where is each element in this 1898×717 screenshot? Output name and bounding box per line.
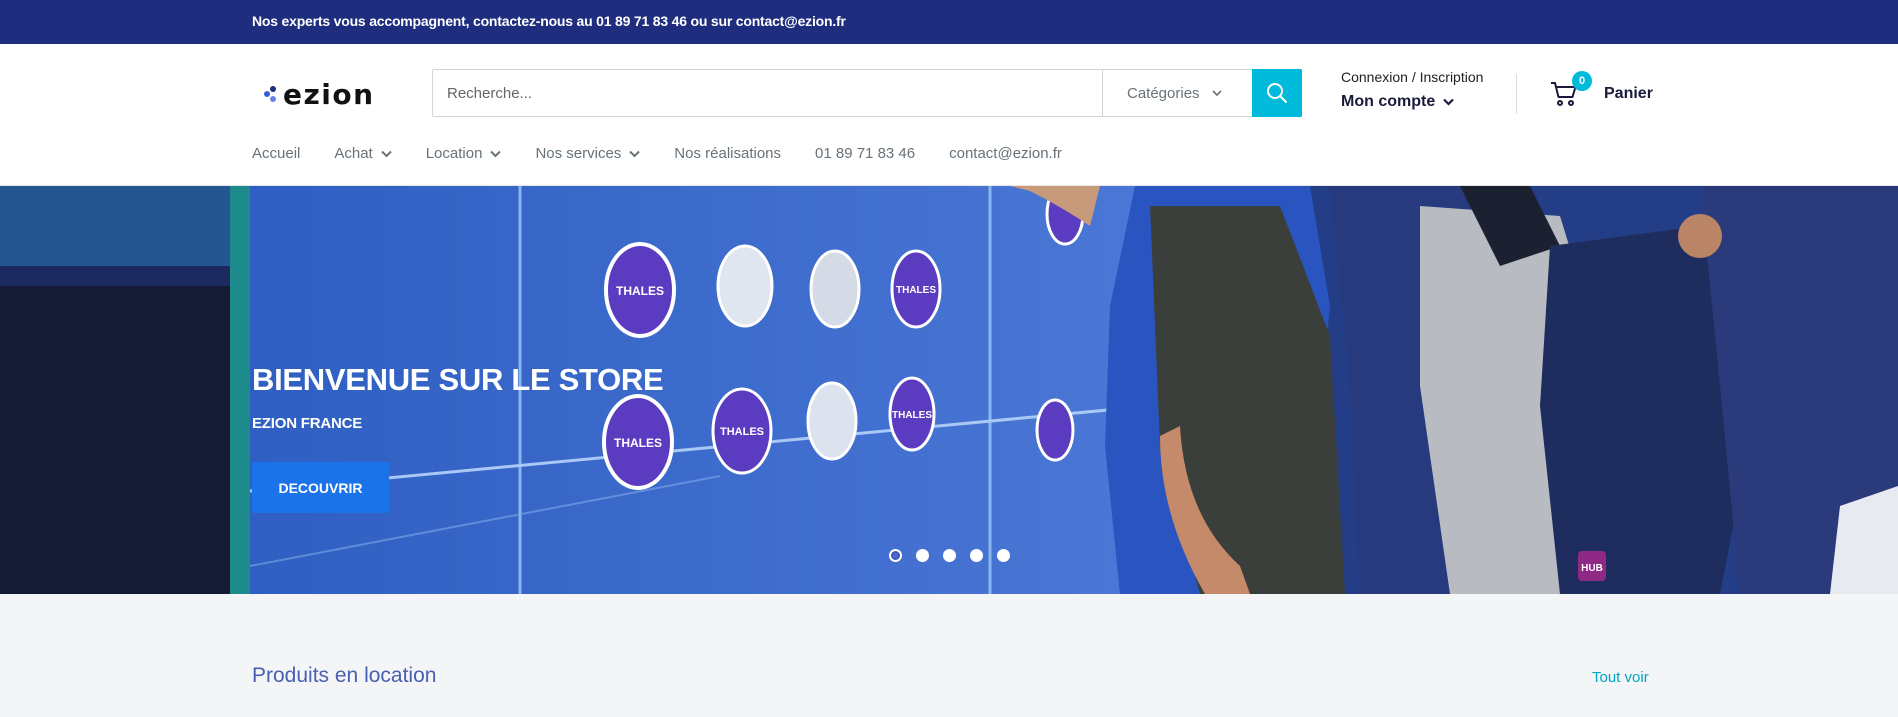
discover-button[interactable]: DECOUVRIR: [252, 462, 389, 513]
nav-item-label: contact@ezion.fr: [949, 145, 1062, 162]
account-label: Mon compte: [1341, 93, 1436, 110]
account-dropdown[interactable]: Mon compte: [1341, 93, 1483, 111]
nav-item-email[interactable]: contact@ezion.fr: [949, 145, 1062, 162]
search-icon: [1267, 83, 1287, 103]
nav-item-location[interactable]: Location: [426, 145, 502, 162]
nav-item-label: Nos réalisations: [674, 145, 782, 162]
cart-link[interactable]: 0 Panier: [1550, 71, 1653, 109]
login-link[interactable]: Connexion / Inscription: [1341, 69, 1483, 85]
category-select-label: Catégories: [1127, 84, 1200, 102]
site-logo[interactable]: ezion: [264, 77, 375, 111]
site-header: ezion Catégories Connexion / Inscription…: [0, 44, 1898, 186]
nav-item-label: Nos services: [535, 145, 622, 162]
thales-badge-text: THALES: [720, 426, 764, 438]
view-all-link[interactable]: Tout voir: [1592, 669, 1649, 686]
main-nav: Accueil Achat Location Nos services Nos …: [252, 145, 1062, 162]
cart-icon: 0: [1550, 71, 1592, 109]
account-menu[interactable]: Connexion / Inscription Mon compte: [1341, 69, 1483, 111]
nav-item-label: Accueil: [252, 145, 301, 162]
slide-dot[interactable]: [916, 549, 929, 562]
hero-title: BIENVENUE SUR LE STORE: [252, 362, 664, 397]
nav-item-achat[interactable]: Achat: [334, 145, 392, 162]
hero-slideshow: THALES THALES THALES THALES THALES HUB B…: [0, 186, 1898, 594]
nav-item-services[interactable]: Nos services: [535, 145, 641, 162]
thales-badge-text: THALES: [896, 285, 936, 296]
logo-wordmark: ezion: [283, 77, 375, 111]
slide-dot[interactable]: [889, 549, 902, 562]
thales-badge-text: THALES: [614, 436, 662, 450]
search-bar: Catégories: [432, 69, 1302, 117]
section-title: Produits en location: [252, 664, 437, 687]
nav-item-label: Location: [425, 145, 483, 162]
hero-subtitle: EZION FRANCE: [252, 415, 363, 432]
hub-patch-text: HUB: [1581, 563, 1603, 574]
chevron-down-icon: [1443, 98, 1454, 106]
thales-badge-text: THALES: [616, 284, 664, 298]
slideshow-pagination: [889, 549, 1010, 562]
chevron-down-icon: [1211, 89, 1222, 96]
category-select[interactable]: Catégories: [1102, 70, 1252, 116]
logo-dots-icon: [264, 86, 280, 102]
slide-dot[interactable]: [970, 549, 983, 562]
search-button[interactable]: [1252, 69, 1302, 117]
chevron-down-icon: [490, 150, 502, 157]
nav-item-accueil[interactable]: Accueil: [252, 145, 300, 162]
cart-label: Panier: [1604, 85, 1653, 102]
announcement-bar: Nos experts vous accompagnent, contactez…: [0, 0, 1898, 44]
chevron-down-icon: [629, 150, 641, 157]
nav-item-label: 01 89 71 83 46: [815, 145, 916, 162]
search-input[interactable]: [433, 70, 1102, 116]
slide-dot[interactable]: [943, 549, 956, 562]
nav-item-label: Achat: [334, 145, 373, 162]
cart-count-badge: 0: [1572, 71, 1592, 91]
nav-item-phone[interactable]: 01 89 71 83 46: [815, 145, 915, 162]
announcement-text: Nos experts vous accompagnent, contactez…: [252, 13, 846, 29]
thales-badge-text: THALES: [892, 410, 932, 421]
slide-dot[interactable]: [997, 549, 1010, 562]
header-divider: [1516, 74, 1517, 114]
chevron-down-icon: [381, 150, 392, 157]
rental-products-section: Produits en location Tout voir: [0, 594, 1898, 717]
nav-item-realisations[interactable]: Nos réalisations: [674, 145, 781, 162]
